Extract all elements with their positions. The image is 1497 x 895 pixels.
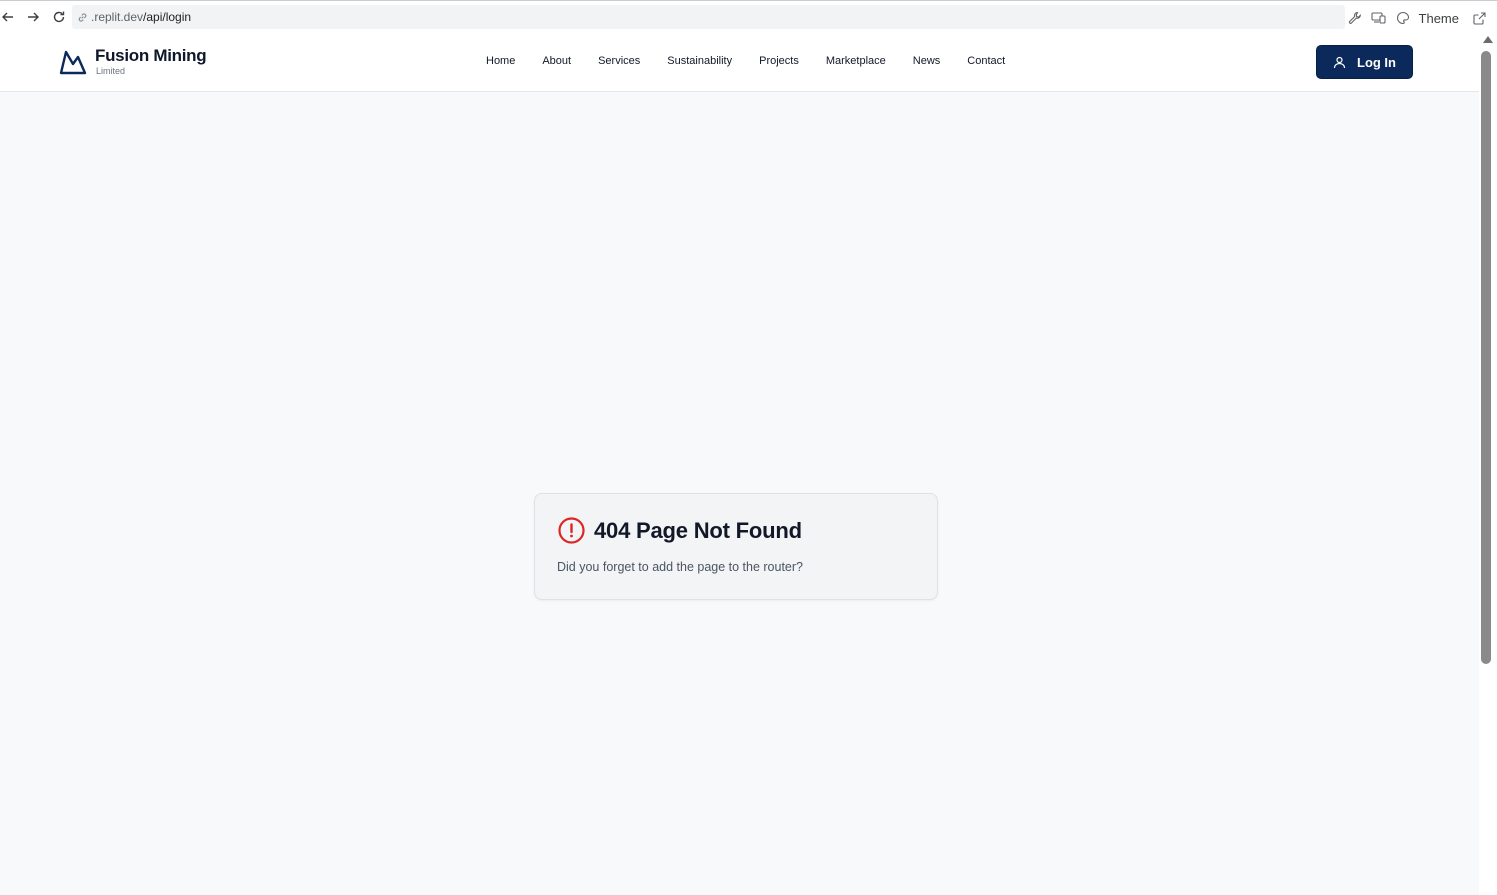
nav-home[interactable]: Home <box>486 54 515 68</box>
mountain-logo-icon <box>59 50 87 75</box>
external-link-icon[interactable] <box>1471 10 1487 26</box>
error-title: 404 Page Not Found <box>594 517 802 543</box>
page-scrollbar[interactable] <box>1479 33 1497 895</box>
brand-name: Fusion Mining <box>95 46 207 65</box>
url-path: /api/login <box>143 10 192 24</box>
error-card: 404 Page Not Found Did you forget to add… <box>534 493 938 600</box>
user-icon <box>1333 55 1347 69</box>
wrench-icon[interactable] <box>1347 10 1363 26</box>
nav-projects[interactable]: Projects <box>759 54 799 68</box>
address-bar[interactable]: .replit.dev/api/login <box>72 5 1345 29</box>
main-nav: Home About Services Sustainability Proje… <box>486 54 1005 68</box>
palette-icon[interactable] <box>1395 10 1411 26</box>
site-header: Fusion Mining Limited Home About Service… <box>0 33 1479 92</box>
url-host: .replit.dev <box>91 10 144 24</box>
nav-services[interactable]: Services <box>598 54 640 68</box>
login-button[interactable]: Log In <box>1316 45 1413 79</box>
login-label: Log In <box>1357 54 1396 70</box>
nav-sustainability[interactable]: Sustainability <box>667 54 732 68</box>
browser-tools: Theme <box>1347 9 1487 27</box>
link-icon <box>77 11 89 23</box>
alert-circle-icon <box>558 517 585 544</box>
devices-icon[interactable] <box>1371 10 1387 26</box>
nav-news[interactable]: News <box>913 54 941 68</box>
nav-about[interactable]: About <box>542 54 571 68</box>
reload-icon[interactable] <box>51 9 67 25</box>
scroll-up-arrow-icon[interactable] <box>1483 36 1493 43</box>
theme-button[interactable]: Theme <box>1419 11 1459 26</box>
nav-marketplace[interactable]: Marketplace <box>826 54 886 68</box>
back-arrow-icon[interactable] <box>0 9 16 25</box>
brand-text: Fusion Mining Limited <box>95 46 207 77</box>
nav-contact[interactable]: Contact <box>967 54 1005 68</box>
error-message: Did you forget to add the page to the ro… <box>557 560 804 574</box>
error-title-row: 404 Page Not Found <box>557 516 802 545</box>
scroll-thumb[interactable] <box>1481 51 1491 664</box>
forward-arrow-icon[interactable] <box>25 9 41 25</box>
brand-subtitle: Limited <box>96 66 126 76</box>
brand-logo-link[interactable]: Fusion Mining Limited <box>59 46 207 77</box>
browser-toolbar: .replit.dev/api/login Theme <box>0 0 1497 33</box>
main-content: 404 Page Not Found Did you forget to add… <box>0 92 1479 895</box>
